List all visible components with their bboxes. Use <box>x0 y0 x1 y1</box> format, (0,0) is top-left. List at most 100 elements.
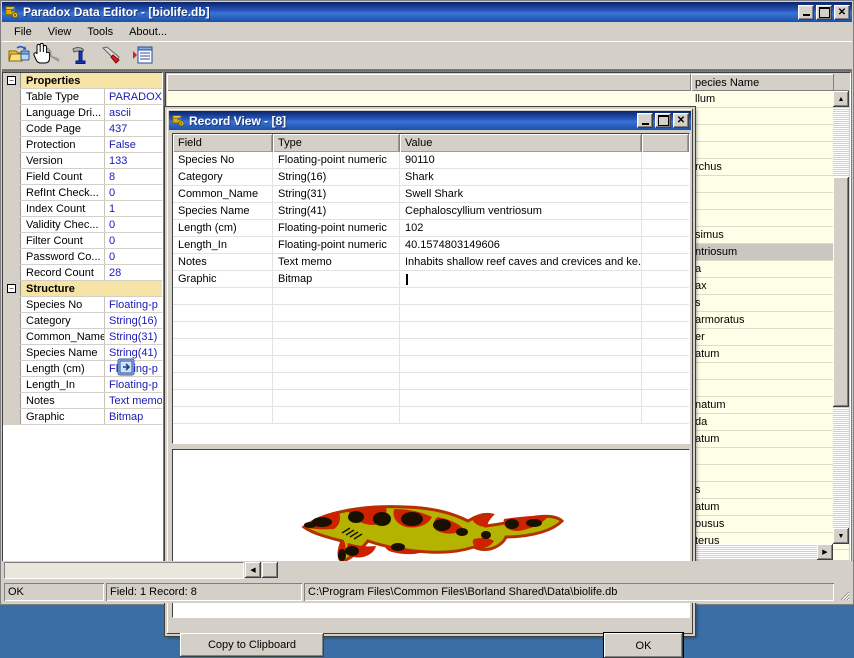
menu-about[interactable]: About... <box>121 24 175 40</box>
inspector-row[interactable]: Filter Count 0 <box>3 233 162 249</box>
inspector-row[interactable]: Category String(16) <box>3 313 162 329</box>
inspector-property-value[interactable]: Bitmap <box>105 409 162 424</box>
inspector-property-value[interactable]: String(31) <box>105 329 162 344</box>
record-row[interactable]: Category String(16) Shark <box>173 169 689 186</box>
inspector-row[interactable]: Length_In Floating-p <box>3 377 162 393</box>
restructure-button[interactable] <box>70 45 92 67</box>
dialog-close-button[interactable]: ✕ <box>673 113 689 128</box>
inspector-row[interactable]: Record Count 28 <box>3 265 162 281</box>
record-row[interactable]: Common_Name String(31) Swell Shark <box>173 186 689 203</box>
record-row[interactable]: Length (cm) Floating-point numeric 102 <box>173 220 689 237</box>
cell-value[interactable]: Cephaloscyllium ventriosum <box>400 203 642 219</box>
record-row[interactable]: Graphic Bitmap <box>173 271 689 288</box>
cell-value[interactable]: 40.1574803149606 <box>400 237 642 253</box>
record-row[interactable] <box>173 305 689 322</box>
expander-icon[interactable]: − <box>7 76 16 85</box>
tools-button[interactable] <box>101 45 123 67</box>
dialog-maximize-button[interactable] <box>655 113 671 128</box>
grid-scroll-up-button[interactable]: ▲ <box>833 91 849 107</box>
col-header-field[interactable]: Field <box>173 134 273 152</box>
inspector-property-value[interactable]: Floating-p <box>105 297 162 312</box>
inspector-property-value[interactable]: False <box>105 137 162 152</box>
cell-value[interactable]: 102 <box>400 220 642 236</box>
cell-value[interactable] <box>400 356 642 372</box>
grid-header-hidden-col[interactable] <box>167 74 691 91</box>
window-close-button[interactable]: ✕ <box>834 4 850 20</box>
inspector-property-value[interactable]: 0 <box>105 249 162 264</box>
grid-scroll-left-button[interactable]: ◀ <box>245 562 261 578</box>
inspector-property-value[interactable]: 8 <box>105 169 162 184</box>
dialog-minimize-button[interactable] <box>637 113 653 128</box>
record-row[interactable]: Species Name String(41) Cephaloscyllium ve… <box>173 203 689 220</box>
cell-value[interactable]: Swell Shark <box>400 186 642 202</box>
cell-value[interactable]: 90110 <box>400 152 642 168</box>
inspector-property-value[interactable]: 133 <box>105 153 162 168</box>
inspector-row[interactable]: Protection False <box>3 137 162 153</box>
inspector-row[interactable]: Version 133 <box>3 153 162 169</box>
grid-scroll-right-button[interactable]: ▶ <box>817 544 833 560</box>
cell-value[interactable] <box>400 305 642 321</box>
grid-hscroll-track[interactable] <box>4 562 244 579</box>
inspector-row[interactable]: Code Page 437 <box>3 121 162 137</box>
inspector-property-value[interactable]: 0 <box>105 217 162 232</box>
col-header-type[interactable]: Type <box>273 134 400 152</box>
table-row[interactable]: llum <box>167 91 849 108</box>
inspector-property-value[interactable]: ascii <box>105 105 162 120</box>
inspector-property-value[interactable]: String(41) <box>105 345 162 360</box>
inspector-row[interactable]: Index Count 1 <box>3 201 162 217</box>
grid-hscroll-thumb[interactable] <box>262 562 278 578</box>
record-row[interactable] <box>173 288 689 305</box>
menu-tools[interactable]: Tools <box>79 24 121 40</box>
inspector-row[interactable]: RefInt Check... 0 <box>3 185 162 201</box>
inspector-category-properties[interactable]: − Properties <box>3 73 162 89</box>
record-row[interactable] <box>173 322 689 339</box>
record-view-button[interactable] <box>132 45 154 67</box>
inspector-row[interactable]: Table Type PARADOX <box>3 89 162 105</box>
record-field-table[interactable]: Field Type Value Species No Floating-poin… <box>172 133 690 444</box>
grid-scroll-thumb[interactable] <box>833 177 849 407</box>
inspector-row[interactable]: Length (cm) Floating-p <box>3 361 162 377</box>
inspector-property-value[interactable]: Text memo <box>105 393 162 408</box>
inspector-row[interactable]: Graphic Bitmap <box>3 409 162 425</box>
record-row[interactable]: Length_In Floating-point numeric 40.157480… <box>173 237 689 254</box>
record-row[interactable] <box>173 339 689 356</box>
cell-value[interactable] <box>400 373 642 389</box>
inspector-row[interactable]: Species Name String(41) <box>3 345 162 361</box>
cell-value[interactable] <box>400 288 642 304</box>
record-row[interactable] <box>173 407 689 424</box>
cell-value[interactable] <box>400 322 642 338</box>
inspector-row[interactable]: Species No Floating-p <box>3 297 162 313</box>
cell-value[interactable] <box>400 407 642 423</box>
menu-view[interactable]: View <box>40 24 80 40</box>
inspector-category-structure[interactable]: − Structure <box>3 281 162 297</box>
cell-value[interactable] <box>400 390 642 406</box>
col-header-extra[interactable] <box>642 134 689 152</box>
copy-to-clipboard-button[interactable]: Copy to Clipboard <box>180 633 324 657</box>
inspector-row[interactable]: Validity Chec... 0 <box>3 217 162 233</box>
grid-scroll-down-button[interactable]: ▼ <box>833 528 849 544</box>
record-row[interactable] <box>173 356 689 373</box>
cell-value[interactable]: Shark <box>400 169 642 185</box>
resize-grip[interactable] <box>836 583 850 601</box>
inspector-row[interactable]: Common_Name String(31) <box>3 329 162 345</box>
record-row[interactable]: Species No Floating-point numeric 90110 <box>173 152 689 169</box>
grid-header-species-name[interactable]: pecies Name <box>691 74 834 91</box>
inspector-row[interactable]: Password Co... 0 <box>3 249 162 265</box>
cell-value[interactable]: Inhabits shallow reef caves and crevices… <box>400 254 642 270</box>
inspector-row[interactable]: Language Dri... ascii <box>3 105 162 121</box>
inspector-property-value[interactable]: Floating-p <box>105 377 162 392</box>
inspector-property-value[interactable]: 0 <box>105 185 162 200</box>
inspector-property-value[interactable]: 0 <box>105 233 162 248</box>
inspector-property-value[interactable]: 28 <box>105 265 162 280</box>
inspector-property-value[interactable]: Floating-p <box>105 361 162 376</box>
key-button[interactable] <box>39 45 61 67</box>
record-row[interactable]: Notes Text memo Inhabits shallow reef cave… <box>173 254 689 271</box>
menu-file[interactable]: File <box>6 24 40 40</box>
inspector-row[interactable]: Notes Text memo <box>3 393 162 409</box>
cell-value[interactable] <box>400 271 642 287</box>
inspector-property-value[interactable]: 437 <box>105 121 162 136</box>
inspector-property-value[interactable]: PARADOX <box>105 89 162 104</box>
expander-icon[interactable]: − <box>7 284 16 293</box>
record-row[interactable] <box>173 373 689 390</box>
open-table-button[interactable] <box>8 45 30 67</box>
